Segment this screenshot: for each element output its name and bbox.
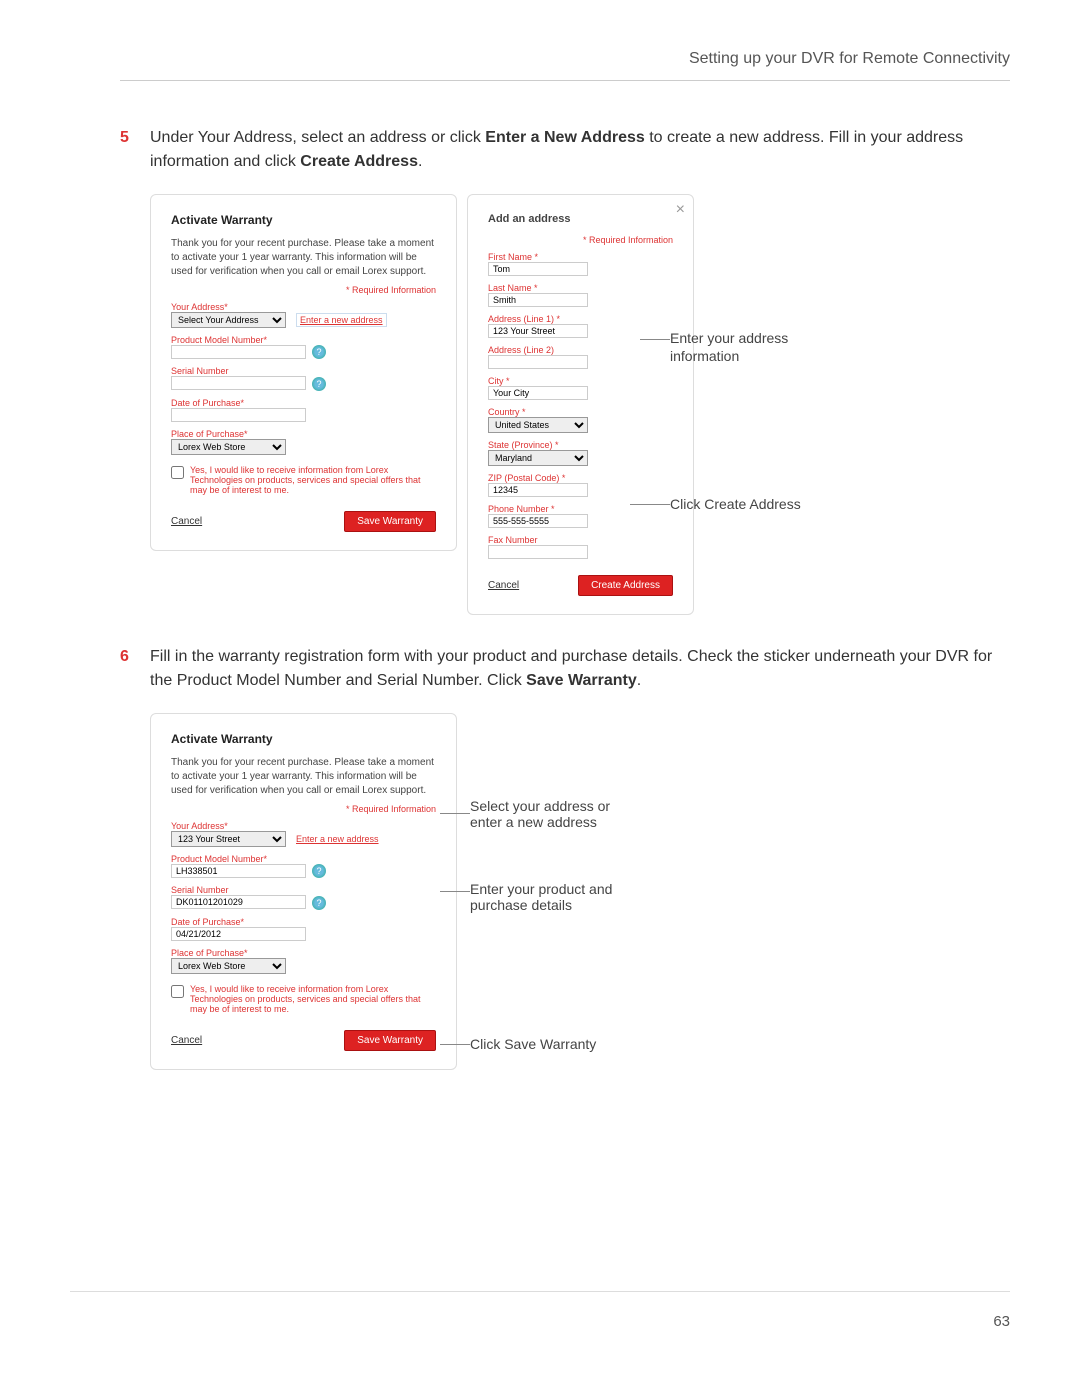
city-label: City * (488, 376, 673, 386)
city-input[interactable] (488, 386, 588, 400)
annot-line (440, 813, 470, 814)
panel-title: Add an address (488, 213, 673, 225)
country-select[interactable]: United States (488, 417, 588, 433)
place-purchase-select[interactable]: Lorex Web Store (171, 958, 286, 974)
date-purchase-label: Date of Purchase* (171, 398, 436, 408)
help-icon[interactable]: ? (312, 864, 326, 878)
annotation-enter-product: Enter your product andpurchase details (470, 881, 612, 913)
bold: Save Warranty (526, 672, 637, 689)
serial-number-input[interactable] (171, 376, 306, 390)
fax-label: Fax Number (488, 535, 673, 545)
annot-line (640, 339, 670, 340)
create-address-button[interactable]: Create Address (578, 575, 673, 596)
step-5: 5 Under Your Address, select an address … (120, 126, 1010, 174)
place-purchase-select[interactable]: Lorex Web Store (171, 439, 286, 455)
bold: Enter a New Address (485, 129, 644, 146)
enter-new-address-link[interactable]: Enter a new address (296, 834, 379, 844)
opt-in-text: Yes, I would like to receive information… (190, 984, 436, 1014)
opt-in-checkbox[interactable] (171, 985, 184, 998)
activate-warranty-panel-2: Activate Warranty Thank you for your rec… (150, 713, 457, 1070)
address1-input[interactable] (488, 324, 588, 338)
cancel-link[interactable]: Cancel (171, 1035, 202, 1046)
opt-in-text: Yes, I would like to receive information… (190, 465, 436, 495)
model-number-input[interactable] (171, 345, 306, 359)
serial-number-input[interactable] (171, 895, 306, 909)
first-name-input[interactable] (488, 262, 588, 276)
step-number: 5 (120, 126, 150, 174)
intro-text: Thank you for your recent purchase. Plea… (171, 237, 436, 279)
country-label: Country * (488, 407, 673, 417)
page-number: 63 (993, 1313, 1010, 1330)
activate-warranty-panel-1: Activate Warranty Thank you for your rec… (150, 194, 457, 551)
zip-label: ZIP (Postal Code) * (488, 473, 673, 483)
text: . (418, 153, 422, 170)
footer-rule (70, 1291, 1010, 1292)
help-icon[interactable]: ? (312, 896, 326, 910)
your-address-label: Your Address* (171, 302, 436, 312)
state-select[interactable]: Maryland (488, 450, 588, 466)
enter-new-address-link[interactable]: Enter a new address (296, 313, 387, 327)
panel-title: Activate Warranty (171, 213, 436, 227)
required-note: * Required Information (488, 235, 673, 245)
model-number-label: Product Model Number* (171, 335, 436, 345)
place-purchase-label: Place of Purchase* (171, 429, 436, 439)
cancel-link[interactable]: Cancel (171, 516, 202, 527)
help-icon[interactable]: ? (312, 377, 326, 391)
bold: Create Address (300, 153, 418, 170)
help-icon[interactable]: ? (312, 345, 326, 359)
last-name-input[interactable] (488, 293, 588, 307)
annot-line (440, 891, 470, 892)
step-6: 6 Fill in the warranty registration form… (120, 645, 1010, 693)
serial-number-label: Serial Number (171, 885, 436, 895)
your-address-label: Your Address* (171, 821, 436, 831)
required-note: * Required Information (171, 804, 436, 814)
state-label: State (Province) * (488, 440, 673, 450)
add-address-panel: × Add an address * Required Information … (467, 194, 694, 615)
date-purchase-input[interactable] (171, 927, 306, 941)
close-icon[interactable]: × (676, 201, 685, 219)
annotation-click-save: Click Save Warranty (470, 1036, 596, 1052)
your-address-select[interactable]: 123 Your Street (171, 831, 286, 847)
first-name-label: First Name * (488, 252, 673, 262)
step6-panels: Activate Warranty Thank you for your rec… (150, 713, 1010, 1070)
annot-line (440, 1044, 470, 1045)
phone-input[interactable] (488, 514, 588, 528)
address2-input[interactable] (488, 355, 588, 369)
phone-label: Phone Number * (488, 504, 673, 514)
address1-label: Address (Line 1) * (488, 314, 673, 324)
annotation-click-create: Click Create Address (670, 496, 801, 512)
annotation-select-address: Select your address orenter a new addres… (470, 798, 610, 830)
page-header: Setting up your DVR for Remote Connectiv… (120, 50, 1010, 81)
model-number-label: Product Model Number* (171, 854, 436, 864)
text: Under Your Address, select an address or… (150, 129, 485, 146)
serial-number-label: Serial Number (171, 366, 436, 376)
step-number: 6 (120, 645, 150, 693)
zip-input[interactable] (488, 483, 588, 497)
cancel-link[interactable]: Cancel (488, 580, 519, 591)
required-note: * Required Information (171, 285, 436, 295)
fax-input[interactable] (488, 545, 588, 559)
address2-label: Address (Line 2) (488, 345, 673, 355)
step5-panels: Activate Warranty Thank you for your rec… (150, 194, 1010, 615)
panel-title: Activate Warranty (171, 732, 436, 746)
save-warranty-button[interactable]: Save Warranty (344, 511, 436, 532)
date-purchase-input[interactable] (171, 408, 306, 422)
opt-in-checkbox[interactable] (171, 466, 184, 479)
annotation-enter-address: Enter your address information (670, 329, 820, 365)
place-purchase-label: Place of Purchase* (171, 948, 436, 958)
text: . (637, 672, 641, 689)
date-purchase-label: Date of Purchase* (171, 917, 436, 927)
intro-text: Thank you for your recent purchase. Plea… (171, 756, 436, 798)
last-name-label: Last Name * (488, 283, 673, 293)
save-warranty-button[interactable]: Save Warranty (344, 1030, 436, 1051)
annot-line (630, 504, 670, 505)
your-address-select[interactable]: Select Your Address (171, 312, 286, 328)
model-number-input[interactable] (171, 864, 306, 878)
